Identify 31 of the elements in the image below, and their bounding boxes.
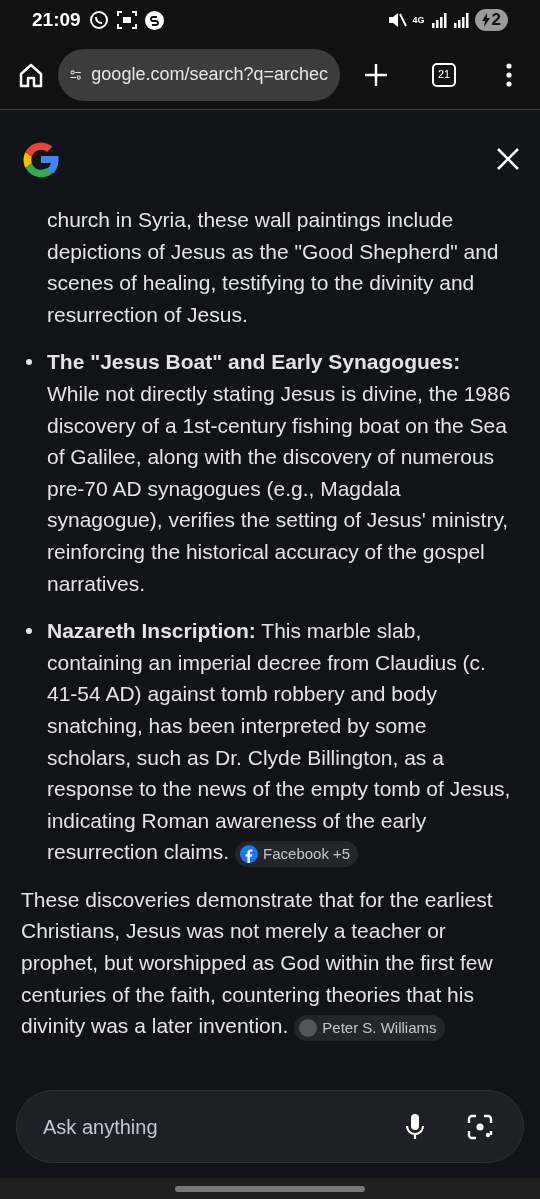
source-chip[interactable]: Peter S. Williams <box>294 1014 445 1041</box>
paragraph: These discoveries demonstrate that for the earliest Christians, Jesus was not merely a teacher or prophet, but worshipped as God within the first few centuries of the faith, countering theories that his divinity was a later invention. Peter S. Williams <box>21 883 514 1042</box>
battery-indicator: 2 <box>474 9 508 31</box>
url-text: google.com/search?q=archec <box>91 63 328 86</box>
microphone-icon[interactable] <box>405 1113 425 1140</box>
paragraph: church in Syria, these wall paintings include depictions of Jesus as the "Good Shepherd" and scenes of healing, testifying to the divinity and resurrection of Jesus. <box>46 207 500 328</box>
tab-count-button[interactable]: 21 <box>432 62 456 87</box>
network-label: 4G <box>412 15 425 25</box>
home-icon[interactable] <box>18 61 44 88</box>
source-chip[interactable]: Facebook +5 <box>235 840 359 867</box>
source-avatar-icon <box>299 1018 318 1037</box>
app-icon <box>144 10 164 30</box>
mute-icon <box>386 11 407 29</box>
chat-icon <box>88 10 109 30</box>
camera-search-icon[interactable] <box>467 1113 493 1140</box>
signal-icon <box>430 12 447 28</box>
status-time: 21:09 <box>32 7 81 32</box>
facebook-icon <box>240 844 259 863</box>
more-icon[interactable] <box>506 62 512 87</box>
plus-icon[interactable] <box>364 62 388 87</box>
gesture-handle[interactable] <box>175 1185 365 1192</box>
bullet-icon <box>26 359 32 366</box>
screenshot-icon <box>116 11 137 29</box>
ask-field[interactable]: Ask anything <box>43 1111 405 1142</box>
bullet-icon <box>26 628 32 635</box>
ask-bar[interactable]: Ask anything <box>16 1090 524 1163</box>
close-icon[interactable] <box>496 147 520 171</box>
address-bar[interactable]: google.com/search?q=archec <box>58 48 340 101</box>
list-item-text: The "Jesus Boat" and Early Synagogues: While not directly stating Jesus is divine, the 1986 discovery of a 1st-century fishing boat on the Sea of Galilee, along with the discovery of numerous pre-70 AD synagogues (e.g., Magdala synagogue), verifies the setting of Jesus' ministry, reinforcing the historical accuracy of the gospel narratives. <box>47 349 512 597</box>
signal-icon <box>452 12 469 28</box>
list-item-text: Nazareth Inscription: This marble slab, containing an imperial decree from Claudius (c. 41-54 AD) against tomb robbery and body snatching, has been interpreted by some scholars, such as Dr. Clyde Billington, as a response to the news of the empty tomb of Jesus, indicating Roman awareness of the early resurrection claims. Facebook +5 <box>47 615 514 868</box>
